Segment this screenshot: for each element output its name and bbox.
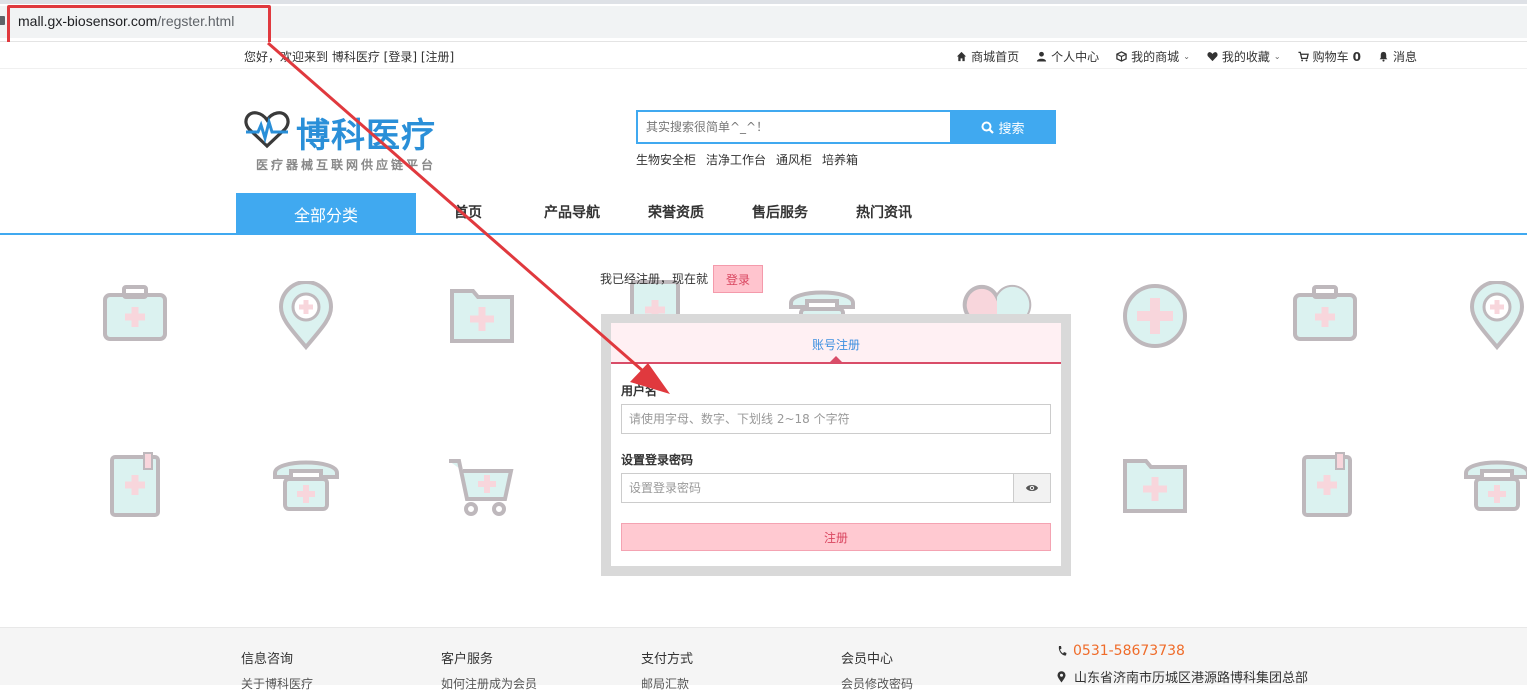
chevron-down-icon: ⌄ <box>1183 52 1190 61</box>
top-nav-label: 消息 <box>1392 50 1417 64</box>
footer: 信息咨询 关于博科医疗 客户服务 如何注册成为会员 支付方式 邮局汇款 会员中心… <box>0 627 1527 691</box>
contact-address: 山东省济南市历城区港源路博科集团总部 <box>1057 667 1308 686</box>
bell-icon <box>1379 51 1388 62</box>
medical-book-icon <box>110 452 160 517</box>
hot-keywords: 生物安全柜 洁净工作台 通风柜 培养箱 <box>636 151 858 168</box>
medical-folder-icon <box>1123 459 1187 513</box>
medical-phone-icon <box>273 460 339 511</box>
medical-cart-icon <box>449 459 514 516</box>
heartbeat-logo-icon <box>244 111 290 149</box>
footer-column-title: 会员中心 <box>841 652 894 667</box>
medical-kit-icon <box>1293 285 1357 341</box>
welcome-text: 您好，欢迎来到 博科医疗 [登录] [注册] <box>244 48 454 65</box>
username-input[interactable] <box>621 404 1051 434</box>
footer-column-title: 支付方式 <box>641 652 694 667</box>
already-registered-text: 我已经注册，现在就 <box>600 272 709 286</box>
show-password-button[interactable] <box>1013 473 1051 503</box>
hot-keyword[interactable]: 生物安全柜 <box>636 151 696 168</box>
search-input[interactable] <box>636 110 951 144</box>
footer-column: 支付方式 邮局汇款 <box>641 648 693 692</box>
medical-folder-icon <box>450 289 514 343</box>
nav-link-after-sales[interactable]: 售后服务 <box>728 193 832 234</box>
top-register-link[interactable]: [注册] <box>421 50 454 64</box>
welcome-message: 您好，欢迎来到 博科医疗 <box>244 50 380 64</box>
user-icon <box>1037 51 1047 62</box>
cart-icon <box>1298 51 1309 62</box>
footer-contact: 0531-58673738 山东省济南市历城区港源路博科集团总部 <box>1057 643 1308 686</box>
medical-phone-icon <box>1464 460 1527 511</box>
location-pin-icon <box>1469 281 1525 351</box>
all-categories-button[interactable]: 全部分类 <box>236 193 416 234</box>
nav-link-news[interactable]: 热门资讯 <box>832 193 936 234</box>
footer-column: 客户服务 如何注册成为会员 <box>441 648 537 692</box>
footer-link[interactable]: 关于博科医疗 <box>241 675 313 692</box>
logo-slogan: 医疗器械互联网供应链平台 <box>256 158 437 172</box>
footer-link[interactable]: 如何注册成为会员 <box>441 675 537 692</box>
login-button[interactable]: 登录 <box>713 265 763 293</box>
location-icon <box>1057 670 1066 682</box>
nav-link-home[interactable]: 首页 <box>416 193 520 234</box>
password-label: 设置登录密码 <box>621 453 694 467</box>
top-nav-cart[interactable]: 购物车 0 <box>1298 48 1361 65</box>
contact-address-text: 山东省济南市历城区港源路博科集团总部 <box>1074 671 1309 686</box>
footer-link[interactable]: 邮局汇款 <box>641 675 693 692</box>
username-label: 用户名 <box>621 384 658 398</box>
top-nav-label: 购物车 <box>1312 50 1349 64</box>
main-nav: 全部分类 首页 产品导航 荣誉资质 售后服务 热门资讯 <box>0 193 1527 235</box>
main-nav-links: 首页 产品导航 荣誉资质 售后服务 热门资讯 <box>416 193 936 234</box>
site-logo[interactable]: 博科医疗 医疗器械互联网供应链平台 <box>242 104 452 174</box>
heart-icon <box>1207 52 1218 62</box>
search-button-label: 搜索 <box>998 121 1025 137</box>
top-nav-label: 个人中心 <box>1051 50 1100 64</box>
search-icon <box>981 121 995 134</box>
medical-kit-icon <box>103 285 167 341</box>
top-nav-my-mall[interactable]: 我的商城 ⌄ <box>1116 48 1190 65</box>
nav-link-products[interactable]: 产品导航 <box>520 193 624 234</box>
footer-link[interactable]: 会员修改密码 <box>841 675 913 692</box>
cart-count: 0 <box>1352 49 1361 64</box>
top-nav: 商城首页 个人中心 我的商城 ⌄ 我的收藏 ⌄ 购物车 0 消息 <box>956 48 1417 65</box>
browser-tab-strip <box>0 0 1527 4</box>
search-bar: 搜索 <box>636 110 1056 144</box>
hot-keyword[interactable]: 培养箱 <box>822 151 858 168</box>
top-nav-label: 商城首页 <box>971 50 1020 64</box>
search-button[interactable]: 搜索 <box>950 110 1056 144</box>
top-login-link[interactable]: [登录] <box>384 50 417 64</box>
register-form: 账号注册 用户名 设置登录密码 注册 <box>611 323 1061 566</box>
phone-icon <box>1058 646 1067 656</box>
top-nav-profile[interactable]: 个人中心 <box>1036 48 1099 65</box>
top-nav-favorites[interactable]: 我的收藏 ⌄ <box>1207 48 1281 65</box>
top-bar: 您好，欢迎来到 博科医疗 [登录] [注册] 商城首页 个人中心 我的商城 ⌄ … <box>0 42 1527 69</box>
top-nav-label: 我的收藏 <box>1221 50 1270 64</box>
password-input[interactable] <box>621 473 1014 503</box>
location-pin-icon <box>278 281 334 351</box>
medical-cross-circle-icon <box>1123 284 1187 348</box>
register-card: 账号注册 用户名 设置登录密码 注册 <box>601 314 1071 576</box>
top-nav-home[interactable]: 商城首页 <box>956 48 1019 65</box>
tab-indicator <box>830 356 842 362</box>
footer-column: 会员中心 会员修改密码 <box>841 648 913 692</box>
cube-icon <box>1116 51 1127 62</box>
lock-icon <box>0 16 5 25</box>
tab-account-register[interactable]: 账号注册 <box>611 336 1061 353</box>
medical-book-icon <box>1302 452 1352 517</box>
footer-column-title: 信息咨询 <box>241 652 294 667</box>
eye-icon <box>1026 485 1038 491</box>
contact-phone: 0531-58673738 <box>1057 643 1308 659</box>
register-tab-header: 账号注册 <box>611 323 1061 364</box>
annotation-highlight-box <box>7 5 271 45</box>
footer-column: 信息咨询 关于博科医疗 <box>241 648 313 692</box>
nav-link-honors[interactable]: 荣誉资质 <box>624 193 728 234</box>
top-nav-messages[interactable]: 消息 <box>1378 48 1417 65</box>
home-icon <box>957 51 967 62</box>
chevron-down-icon: ⌄ <box>1273 52 1281 61</box>
hot-keyword[interactable]: 洁净工作台 <box>706 151 766 168</box>
register-submit-button[interactable]: 注册 <box>621 523 1051 551</box>
footer-column-title: 客户服务 <box>441 652 494 667</box>
hot-keyword[interactable]: 通风柜 <box>776 151 812 168</box>
contact-phone-number: 0531-58673738 <box>1073 643 1185 659</box>
top-nav-label: 我的商城 <box>1131 50 1180 64</box>
logo-name: 博科医疗 <box>296 116 436 156</box>
